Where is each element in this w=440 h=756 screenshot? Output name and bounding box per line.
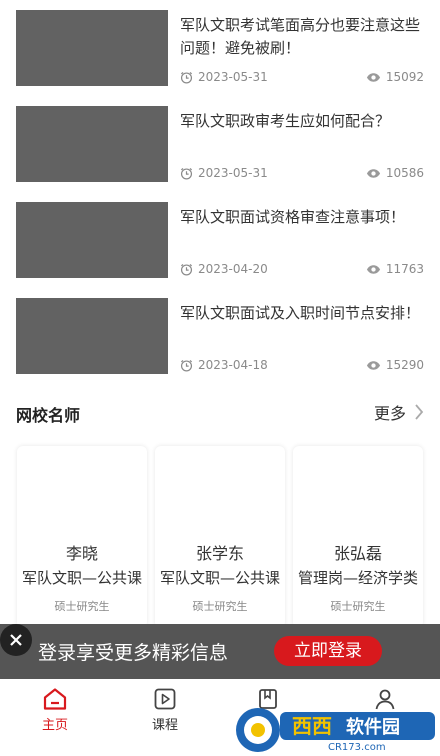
article-title[interactable]: 军队文职面试及入职时间节点安排！ [180, 302, 424, 325]
article-date: 2023-05-31 [180, 166, 268, 180]
teacher-card[interactable]: 李晓 军队文职—公共课 硕士研究生 [17, 446, 147, 628]
watermark-url: CR173.com [328, 742, 386, 752]
watermark-brand: 西西 [292, 714, 332, 738]
teacher-name: 张学东 [195, 544, 244, 563]
teacher-degree: 硕士研究生 [54, 600, 110, 613]
teacher-course: 管理岗—经济学类 [297, 569, 418, 587]
watermark-logo: 西西 软件园 CR173.com [228, 704, 440, 753]
clock-icon [180, 359, 193, 371]
article-title[interactable]: 军队文职考试笔面高分也要注意这些问题！避免被刷！ [180, 14, 424, 60]
login-banner-text: 登录享受更多精彩信息 [38, 642, 229, 664]
close-icon[interactable] [9, 633, 23, 647]
article-thumbnail[interactable] [16, 202, 168, 278]
article-views-count: 15290 [385, 358, 424, 372]
clock-icon [180, 71, 193, 83]
article-date: 2023-04-20 [180, 262, 268, 276]
chevron-right-icon[interactable] [414, 403, 424, 421]
article-thumbnail[interactable] [16, 106, 168, 182]
teachers-section-header: 网校名师 更多 [16, 400, 424, 426]
teacher-course: 军队文职—公共课 [21, 569, 142, 587]
watermark-graphic: 西西 软件园 CR173.com [236, 708, 435, 753]
teacher-degree: 硕士研究生 [330, 600, 386, 613]
clock-icon [180, 167, 193, 179]
article-thumbnail[interactable] [16, 10, 168, 86]
article-date: 2023-04-18 [180, 358, 268, 372]
tab-courses[interactable]: 课程 [125, 687, 205, 733]
login-button[interactable]: 立即登录 [274, 636, 382, 666]
article-views: 11763 [366, 262, 424, 276]
more-label[interactable]: 更多 [374, 400, 406, 424]
article-views-count: 11763 [385, 262, 424, 276]
eye-icon [366, 72, 380, 82]
article-meta: 2023-05-31 10586 [180, 166, 424, 184]
article-views: 15290 [366, 358, 424, 372]
article-title[interactable]: 军队文职面试资格审查注意事项！ [180, 206, 424, 229]
article-meta: 2023-05-31 15092 [180, 70, 424, 88]
teacher-name: 张弘磊 [333, 544, 382, 563]
more-link[interactable]: 更多 [374, 400, 424, 424]
teacher-name: 李晓 [65, 544, 98, 563]
article-item[interactable]: 军队文职面试及入职时间节点安排！ 2023-04-18 15290 [16, 298, 424, 376]
teacher-course: 军队文职—公共课 [159, 569, 280, 587]
eye-icon [366, 360, 380, 370]
login-banner: 登录享受更多精彩信息 立即登录 [0, 624, 440, 679]
watermark-tag: 软件园 [346, 716, 400, 738]
close-banner-button[interactable] [0, 624, 32, 656]
article-date: 2023-05-31 [180, 70, 268, 84]
eye-icon [366, 264, 380, 274]
article-item[interactable]: 军队文职考试笔面高分也要注意这些问题！避免被刷！ 2023-05-31 1509… [16, 10, 424, 88]
play-icon[interactable] [153, 687, 177, 711]
section-title: 网校名师 [16, 406, 81, 425]
article-date-text: 2023-05-31 [198, 70, 268, 84]
home-icon[interactable] [42, 687, 68, 711]
article-views: 10586 [366, 166, 424, 180]
article-title[interactable]: 军队文职政审考生应如何配合？ [180, 110, 424, 133]
article-meta: 2023-04-20 11763 [180, 262, 424, 280]
teacher-card[interactable]: 张弘磊 管理岗—经济学类 硕士研究生 [293, 446, 423, 628]
article-views: 15092 [366, 70, 424, 84]
eye-icon [366, 168, 380, 178]
article-item[interactable]: 军队文职面试资格审查注意事项！ 2023-04-20 11763 [16, 202, 424, 280]
tab-home-label[interactable]: 主页 [42, 718, 68, 733]
article-date-text: 2023-05-31 [198, 166, 268, 180]
article-thumbnail[interactable] [16, 298, 168, 374]
tab-courses-label[interactable]: 课程 [152, 718, 178, 733]
article-views-count: 15092 [385, 70, 424, 84]
article-views-count: 10586 [385, 166, 424, 180]
article-item[interactable]: 军队文职政审考生应如何配合？ 2023-05-31 10586 [16, 106, 424, 184]
teacher-degree: 硕士研究生 [192, 600, 248, 613]
article-date-text: 2023-04-20 [198, 262, 268, 276]
tab-home[interactable]: 主页 [15, 687, 95, 733]
article-date-text: 2023-04-18 [198, 358, 268, 372]
article-meta: 2023-04-18 15290 [180, 358, 424, 376]
teacher-card[interactable]: 张学东 军队文职—公共课 硕士研究生 [155, 446, 285, 628]
clock-icon [180, 263, 193, 275]
